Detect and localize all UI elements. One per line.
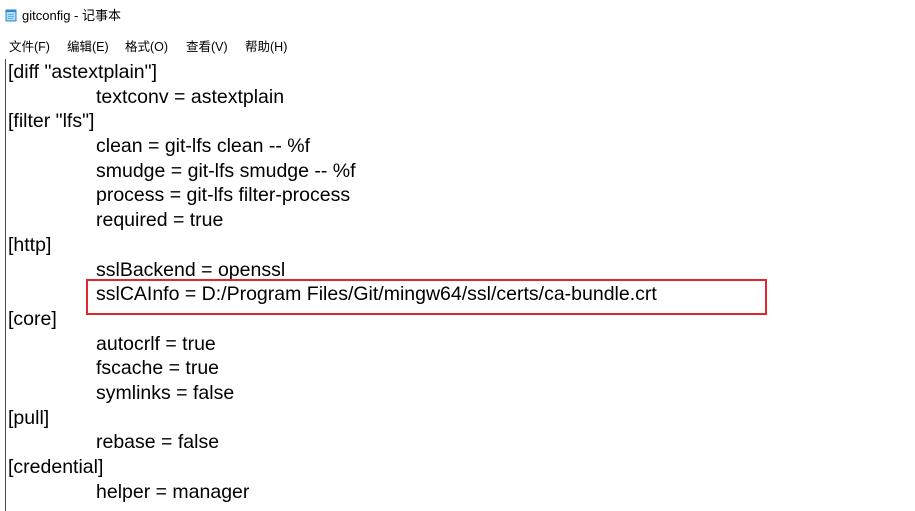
editor-line[interactable]: textconv = astextplain [6,85,915,110]
editor-line-text[interactable]: symlinks = false [96,382,234,404]
editor-line-text[interactable]: sslCAInfo = D:/Program Files/Git/mingw64… [96,283,657,305]
editor-line-text[interactable]: smudge = git-lfs smudge -- %f [96,160,356,182]
editor-line[interactable]: helper = manager [6,480,915,505]
editor-line[interactable]: clean = git-lfs clean -- %f [6,134,915,159]
menu-file[interactable]: 文件(F) [9,37,50,57]
editor-line-text[interactable]: helper = manager [96,481,249,503]
editor-line-text[interactable]: autocrlf = true [96,333,216,355]
editor-line-text[interactable]: [diff "astextplain"] [8,61,157,83]
editor-line[interactable]: [filter "lfs"] [6,109,915,134]
editor-line-text[interactable]: clean = git-lfs clean -- %f [96,135,310,157]
editor-line[interactable]: [core] [6,307,915,332]
editor-line-text[interactable]: [filter "lfs"] [8,110,94,132]
editor-line-text[interactable]: [pull] [8,407,49,429]
menu-view[interactable]: 查看(V) [186,37,228,57]
editor-line-text[interactable]: fscache = true [96,357,219,379]
editor-line-text[interactable]: rebase = false [96,431,219,453]
notepad-icon[interactable] [4,8,18,22]
editor-line[interactable]: process = git-lfs filter-process [6,183,915,208]
editor-line-text[interactable]: textconv = astextplain [96,86,284,108]
editor-line[interactable]: required = true [6,208,915,233]
highlighted-line[interactable]: sslCAInfo = D:/Program Files/Git/mingw64… [6,279,915,316]
editor-line-text[interactable]: [http] [8,234,51,256]
editor-line-text[interactable]: required = true [96,209,223,231]
editor-line[interactable]: autocrlf = true [6,332,915,357]
title-bar[interactable]: gitconfig - 记事本 [0,0,915,31]
menu-format[interactable]: 格式(O) [125,37,168,57]
editor-line-text[interactable]: sslBackend = openssl [96,259,285,281]
editor-line[interactable]: smudge = git-lfs smudge -- %f [6,159,915,184]
editor-line-text[interactable]: [credential] [8,456,103,478]
editor-line[interactable]: [credential] [6,455,915,480]
notepad-window: gitconfig - 记事本 文件(F) 编辑(E) 格式(O) 查看(V) … [0,0,915,511]
menu-help[interactable]: 帮助(H) [245,37,287,57]
editor-line-text[interactable]: process = git-lfs filter-process [96,184,350,206]
menu-bar: 文件(F) 编辑(E) 格式(O) 查看(V) 帮助(H) [0,37,915,57]
text-editor[interactable]: [diff "astextplain"] textconv = astextpla… [5,59,915,511]
window-title: gitconfig - 记事本 [22,8,121,23]
menu-edit[interactable]: 编辑(E) [67,37,109,57]
editor-line[interactable]: fscache = true [6,356,915,381]
editor-line[interactable]: sslBackend = openssl [6,258,915,283]
editor-line[interactable]: symlinks = false [6,381,915,406]
editor-line[interactable]: [http] [6,233,915,258]
editor-line[interactable]: [pull] [6,406,915,431]
editor-line-text[interactable]: [core] [8,308,57,330]
editor-lines: [diff "astextplain"] textconv = astextpla… [6,59,915,504]
editor-line[interactable]: rebase = false [6,430,915,455]
editor-line[interactable]: [diff "astextplain"] [6,60,915,85]
